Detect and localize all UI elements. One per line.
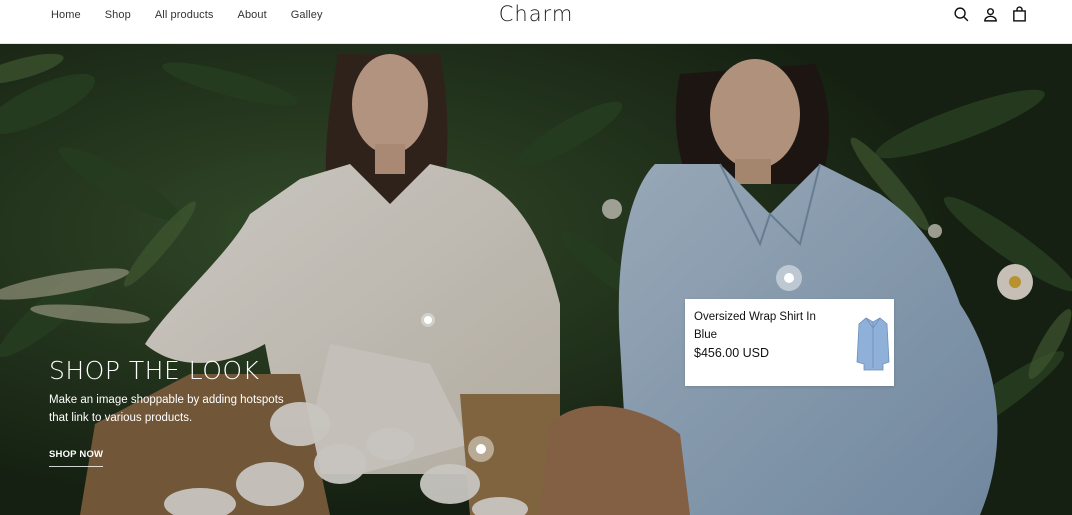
nav-all-products[interactable]: All products (155, 8, 214, 22)
hotspot-dot (424, 316, 432, 324)
product-price: $456.00 USD (694, 346, 770, 360)
nav-shop[interactable]: Shop (105, 8, 131, 22)
hotspot-blue-shirt[interactable] (776, 265, 802, 291)
hotspot-white-shirt[interactable] (421, 313, 435, 327)
hero-image (0, 44, 1072, 515)
header-icons (953, 6, 1028, 23)
shop-now-button[interactable]: SHOP NOW (49, 449, 104, 467)
product-name[interactable]: Oversized Wrap Shirt In Blue (694, 308, 834, 344)
nav-about[interactable]: About (238, 8, 267, 22)
product-card[interactable]: Oversized Wrap Shirt In Blue $456.00 USD (685, 299, 894, 386)
product-thumbnail[interactable] (856, 314, 890, 372)
hotspot-dot (784, 273, 794, 283)
hero-banner: SHOP THE LOOK Make an image shoppable by… (0, 44, 1072, 515)
main-nav: Home Shop All products About Galley (51, 8, 347, 22)
bag-icon[interactable] (1011, 6, 1028, 23)
hotspot-dot (476, 444, 486, 454)
site-logo[interactable]: Charm (499, 2, 574, 26)
hero-title: SHOP THE LOOK (49, 356, 260, 385)
hero-subtitle: Make an image shoppable by adding hotspo… (49, 394, 284, 424)
nav-home[interactable]: Home (51, 8, 81, 22)
search-icon[interactable] (953, 6, 970, 23)
user-icon[interactable] (982, 6, 999, 23)
nav-galley[interactable]: Galley (291, 8, 323, 22)
hotspot-trousers[interactable] (468, 436, 494, 462)
site-header: Home Shop All products About Galley Char… (0, 0, 1072, 44)
